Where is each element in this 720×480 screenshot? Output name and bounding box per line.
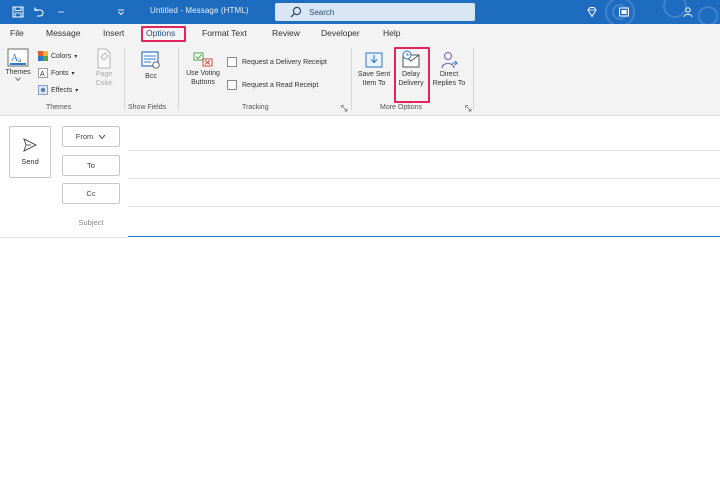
themes-label: Themes [5,69,31,76]
tab-message[interactable]: Message [46,28,81,38]
bcc-button[interactable]: Bcc [136,50,166,81]
ribbon: A a Themes Colors ▾ A Fonts ▾ Effects ▾ … [0,44,720,116]
checkbox-icon [227,57,237,67]
fonts-button[interactable]: A Fonts ▾ [38,68,75,78]
direct-replies-button[interactable]: Direct Replies To [430,50,468,88]
search-input[interactable]: Search [275,3,475,21]
page-color-label: Page Color [95,71,113,87]
effects-icon [38,85,48,95]
subject-label: Subject [78,218,104,227]
subject-field[interactable] [128,236,720,237]
page-color-button[interactable]: Page Color [88,48,120,88]
direct-replies-label: Direct Replies To [432,71,466,87]
direct-replies-icon [441,51,458,69]
from-label: From [75,132,94,141]
colors-button[interactable]: Colors ▾ [38,51,77,61]
save-sent-label: Save Sent Item To [357,71,391,87]
tab-developer[interactable]: Developer [321,28,360,38]
menu-tabs: File Message Insert Options Format Text … [0,24,720,44]
chevron-down-icon: ▾ [74,53,78,60]
effects-label: Effects [51,86,73,94]
voting-icon [193,52,213,67]
tab-help[interactable]: Help [383,28,400,38]
delivery-receipt-label: Request a Delivery Receipt [242,58,327,66]
voting-label: Use Voting Buttons [186,70,220,86]
page-color-icon [97,48,111,69]
title-bar: Untitled - Message (HTML) Search [0,0,720,24]
colors-label: Colors [51,52,72,60]
send-button[interactable]: Send [9,126,51,178]
to-field[interactable] [128,178,720,179]
diamond-icon[interactable] [585,5,599,19]
from-button[interactable]: From [62,126,120,147]
group-separator [178,48,179,110]
themes-icon: A a [7,48,29,67]
to-button[interactable]: To [62,155,120,176]
tracking-group-label: Tracking [242,104,269,111]
titlebar-pattern [605,0,718,24]
save-sent-item-button[interactable]: Save Sent Item To [355,50,393,88]
use-voting-buttons-button[interactable]: Use Voting Buttons [182,49,224,87]
send-label: Send [21,157,39,166]
save-icon[interactable] [10,4,26,20]
dialog-launcher-icon[interactable] [465,105,472,112]
fonts-icon: A [38,68,48,78]
chevron-down-icon [15,77,21,81]
delay-delivery-highlight [394,47,430,103]
colors-icon [38,51,48,61]
dialog-launcher-icon[interactable] [341,105,348,112]
message-body[interactable] [0,238,720,480]
undo-icon[interactable] [30,4,46,20]
save-sent-icon [365,52,383,68]
search-placeholder: Search [309,7,335,17]
cc-field[interactable] [128,206,720,207]
group-separator [124,48,125,110]
window-title: Untitled - Message (HTML) [150,6,249,15]
tab-insert[interactable]: Insert [103,28,124,38]
customize-quick-access-icon[interactable] [113,4,129,20]
more-options-group-label: More Options [380,104,423,111]
tab-format-text[interactable]: Format Text [202,28,247,38]
tab-file[interactable]: File [10,28,24,38]
chevron-down-icon: ▾ [75,87,79,94]
from-field-line [128,150,720,151]
group-separator [351,48,352,110]
checkbox-icon [227,80,237,90]
search-icon [289,5,303,19]
read-receipt-checkbox[interactable]: Request a Read Receipt [227,80,318,90]
themes-group-label: Themes [46,104,72,111]
to-label: To [87,161,95,170]
read-receipt-label: Request a Read Receipt [242,81,319,89]
chevron-down-icon: ▾ [71,70,75,77]
themes-button[interactable]: A a Themes [4,48,32,81]
redo-icon[interactable] [53,4,69,20]
bcc-icon [141,51,160,69]
window-icon[interactable] [617,5,631,19]
send-icon [23,138,38,152]
bcc-label: Bcc [145,73,157,80]
svg-text:A: A [40,71,45,78]
cc-button[interactable]: Cc [62,183,120,204]
chevron-down-icon [98,134,106,139]
user-icon[interactable] [681,5,695,19]
show-fields-group-label: Show Fields [128,104,167,111]
effects-button[interactable]: Effects ▾ [38,85,78,95]
tab-review[interactable]: Review [272,28,300,38]
fonts-label: Fonts [51,69,69,77]
options-tab-highlight [141,26,186,42]
cc-label: Cc [86,189,96,198]
group-separator [473,48,474,110]
delivery-receipt-checkbox[interactable]: Request a Delivery Receipt [227,57,327,67]
